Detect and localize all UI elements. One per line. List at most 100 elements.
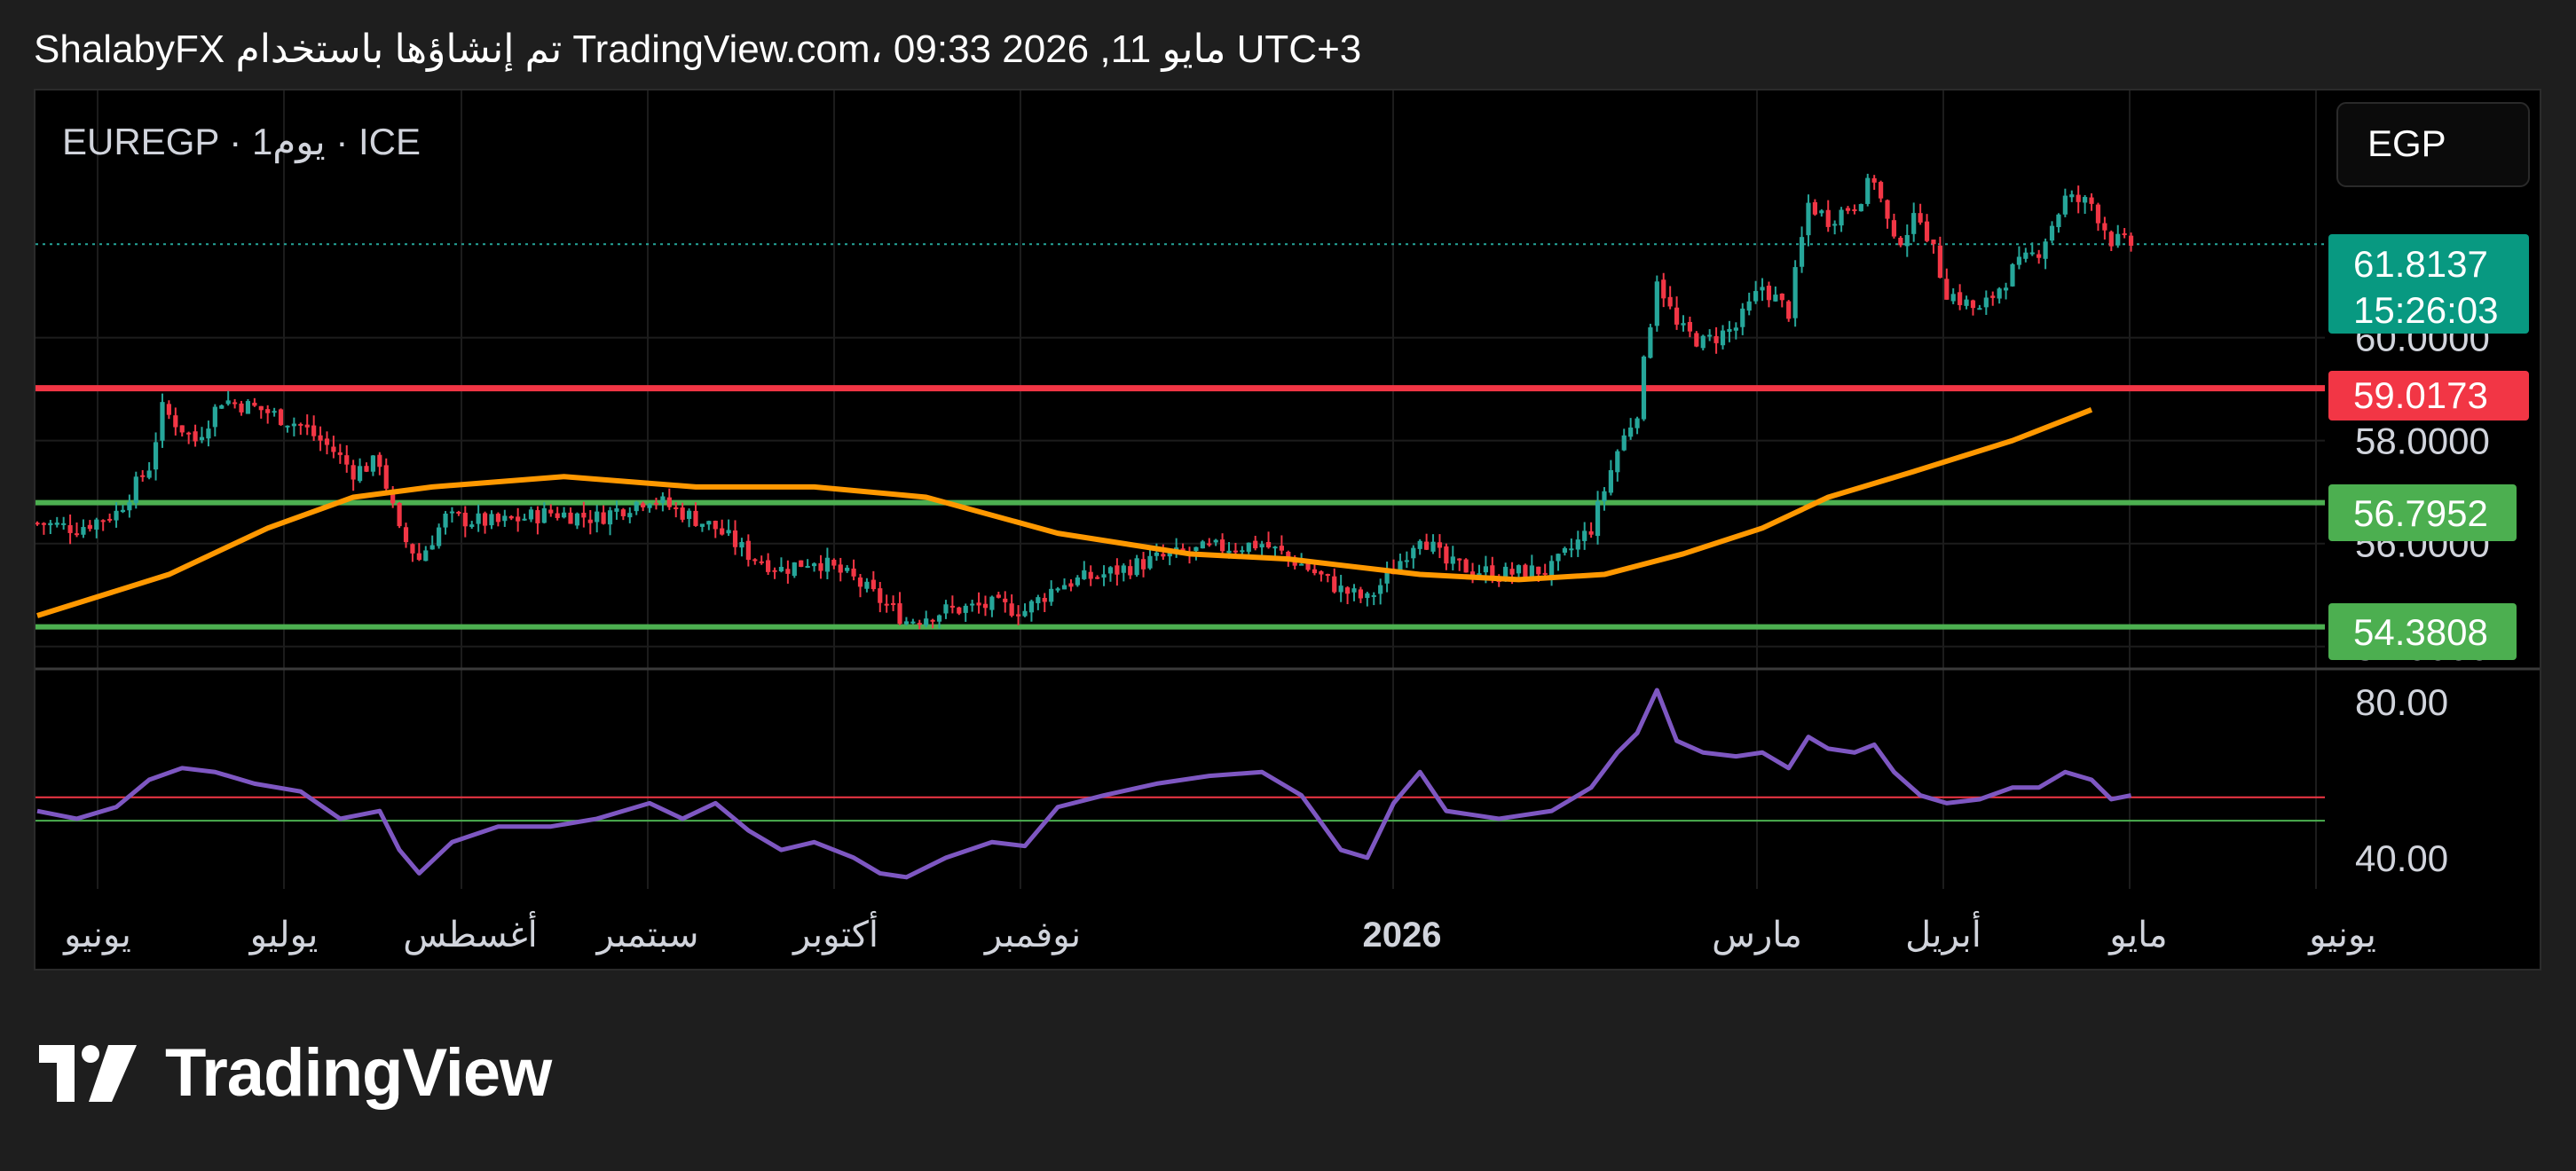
candle-body: [1582, 530, 1587, 541]
candle-body: [943, 604, 949, 614]
candle-body: [1825, 209, 1831, 227]
candle-body: [1088, 571, 1093, 579]
candle-body: [1207, 543, 1212, 546]
candle-body: [225, 400, 231, 405]
candle-body: [219, 405, 225, 409]
candle-body: [957, 607, 962, 614]
candle-body: [996, 594, 1001, 598]
currency-button[interactable]: EGP: [2336, 102, 2530, 187]
candle-body: [522, 518, 527, 521]
candle-body: [166, 404, 171, 415]
candle-body: [2083, 197, 2088, 203]
candle-body: [1154, 552, 1159, 556]
time-tick-label: 2026: [1363, 916, 1442, 955]
candle-body: [845, 567, 850, 571]
candle-body: [416, 553, 421, 561]
candle-body: [903, 621, 910, 625]
candle-body: [54, 523, 59, 525]
currency-label: EGP: [2367, 122, 2446, 164]
candle-body: [587, 519, 593, 523]
candle-body: [1233, 550, 1239, 553]
candle-body: [831, 559, 837, 566]
candle-body: [1319, 571, 1324, 575]
candle-body: [1115, 565, 1120, 575]
candle-body: [502, 515, 508, 522]
price-chart-svg[interactable]: 60.000058.000056.000054.0000 80.0040.00 …: [35, 90, 2540, 969]
candle-body: [2102, 223, 2107, 231]
candle-body: [581, 512, 587, 518]
candle-body: [870, 579, 876, 590]
candle-body: [1068, 583, 1074, 587]
candle-body: [2049, 225, 2055, 241]
candle-body: [1193, 546, 1199, 552]
candle-body: [1259, 544, 1264, 548]
candle-body: [1042, 597, 1047, 602]
candle-body: [811, 563, 817, 567]
candle-body: [397, 502, 402, 527]
candle-body: [706, 521, 712, 525]
candle-body: [437, 527, 442, 546]
tradingview-logo[interactable]: TradingView: [39, 1034, 552, 1112]
candle-body: [1325, 574, 1330, 577]
candle-body: [1970, 300, 1976, 309]
candle-body: [857, 577, 863, 587]
candle-body: [1924, 221, 1930, 241]
candle-body: [1753, 291, 1759, 302]
candle-body: [186, 432, 192, 435]
candle-body: [1977, 308, 1982, 310]
candle-body: [2029, 252, 2035, 255]
candle-body: [976, 602, 981, 606]
horizontal-levels: [35, 385, 2325, 630]
candle-body: [331, 446, 336, 452]
candle-body: [489, 514, 494, 526]
candle-body: [449, 511, 455, 514]
candle-body: [212, 406, 217, 428]
candle-body: [924, 618, 929, 625]
candle-body: [1595, 501, 1601, 537]
candle-body: [1107, 567, 1114, 574]
candle-body: [258, 405, 264, 411]
candle-body: [1879, 182, 1884, 199]
candle-body: [462, 512, 468, 527]
candle-body: [324, 438, 330, 445]
candle-body: [1286, 551, 1291, 557]
candle-body: [1305, 563, 1311, 570]
candle-body: [1674, 307, 1680, 325]
candle-body: [1832, 224, 1838, 226]
candle-body: [252, 402, 257, 406]
chart-area[interactable]: 60.000058.000056.000054.0000 80.0040.00 …: [34, 89, 2541, 971]
candle-body: [298, 423, 303, 426]
last-price-badge: 61.8137 15:26:03: [2328, 234, 2529, 334]
candle-body: [1990, 295, 1996, 298]
candle-body: [1003, 598, 1008, 602]
candle-body: [1937, 245, 1942, 279]
candle-body: [936, 615, 942, 622]
rsi-tick-label: 40.00: [2355, 837, 2448, 879]
candle-body: [799, 560, 804, 567]
candle-body: [1279, 546, 1284, 551]
candle-body: [357, 466, 363, 482]
candle-body: [495, 514, 500, 523]
candle-body: [403, 527, 409, 543]
candle-body: [1378, 585, 1383, 594]
candle-body: [1536, 566, 1541, 575]
time-tick-label: يوليو: [248, 916, 319, 955]
candle-body: [278, 409, 284, 426]
candle-body: [81, 527, 86, 535]
candle-body: [1082, 570, 1087, 579]
candle-body: [595, 511, 600, 523]
candle-body: [456, 511, 461, 515]
candle-body: [146, 470, 152, 478]
candle-body: [1028, 601, 1035, 613]
candle-body: [370, 455, 376, 472]
candle-body: [1338, 586, 1343, 593]
candle-body: [739, 542, 744, 548]
candle-body: [1344, 587, 1351, 594]
candle-body: [2115, 233, 2121, 246]
candle-body: [1740, 308, 1745, 327]
candle-body: [897, 603, 902, 625]
candle-body: [516, 516, 521, 522]
candle-body: [1746, 301, 1752, 311]
candle-body: [1997, 288, 2002, 299]
candle-body: [1430, 541, 1436, 552]
